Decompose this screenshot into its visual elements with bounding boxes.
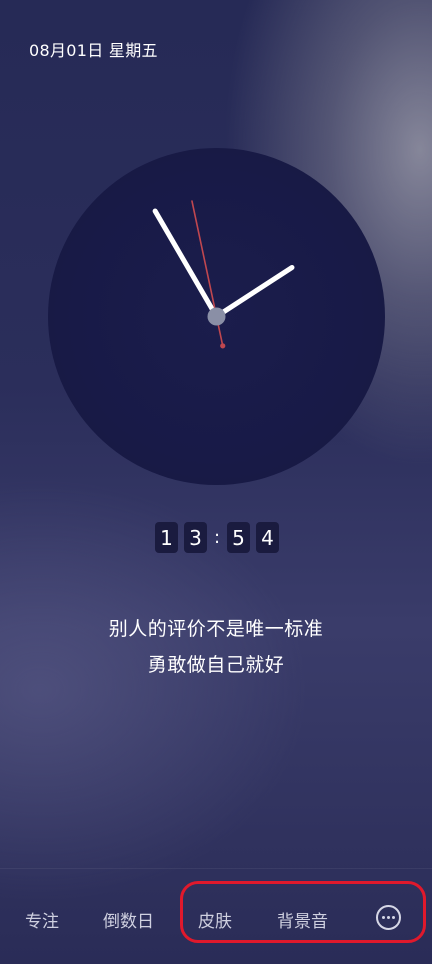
quote-line-1: 别人的评价不是唯一标准 bbox=[108, 618, 324, 640]
time-separator: : bbox=[213, 527, 221, 548]
minute-ones-digit: 4 bbox=[256, 522, 279, 553]
second-hand-tail-dot bbox=[220, 343, 226, 349]
clock-center-cap bbox=[207, 307, 226, 326]
more-dot bbox=[382, 916, 385, 919]
date-label: 08月01日 星期五 bbox=[29, 41, 158, 60]
hour-ones-digit: 3 bbox=[184, 522, 207, 553]
analog-clock bbox=[48, 148, 385, 485]
hour-tens-digit: 1 bbox=[155, 522, 178, 553]
more-circle-icon[interactable] bbox=[376, 905, 401, 930]
nav-countdown-button[interactable]: 倒数日 bbox=[103, 907, 154, 932]
nav-background-sound-button[interactable]: 背景音 bbox=[277, 907, 328, 932]
nav-skin-button[interactable]: 皮肤 bbox=[198, 907, 232, 932]
quote-line-2: 勇敢做自己就好 bbox=[147, 654, 285, 676]
hour-hand bbox=[214, 264, 295, 319]
more-dot bbox=[387, 916, 390, 919]
clock-hands bbox=[152, 200, 295, 349]
digital-clock: 1 3 : 5 4 bbox=[155, 522, 279, 553]
bottom-nav: 专注 倒数日 皮肤 背景音 bbox=[0, 868, 432, 964]
more-dot bbox=[392, 916, 395, 919]
minute-tens-digit: 5 bbox=[227, 522, 250, 553]
nav-focus-button[interactable]: 专注 bbox=[25, 907, 59, 932]
minute-hand bbox=[152, 208, 219, 319]
